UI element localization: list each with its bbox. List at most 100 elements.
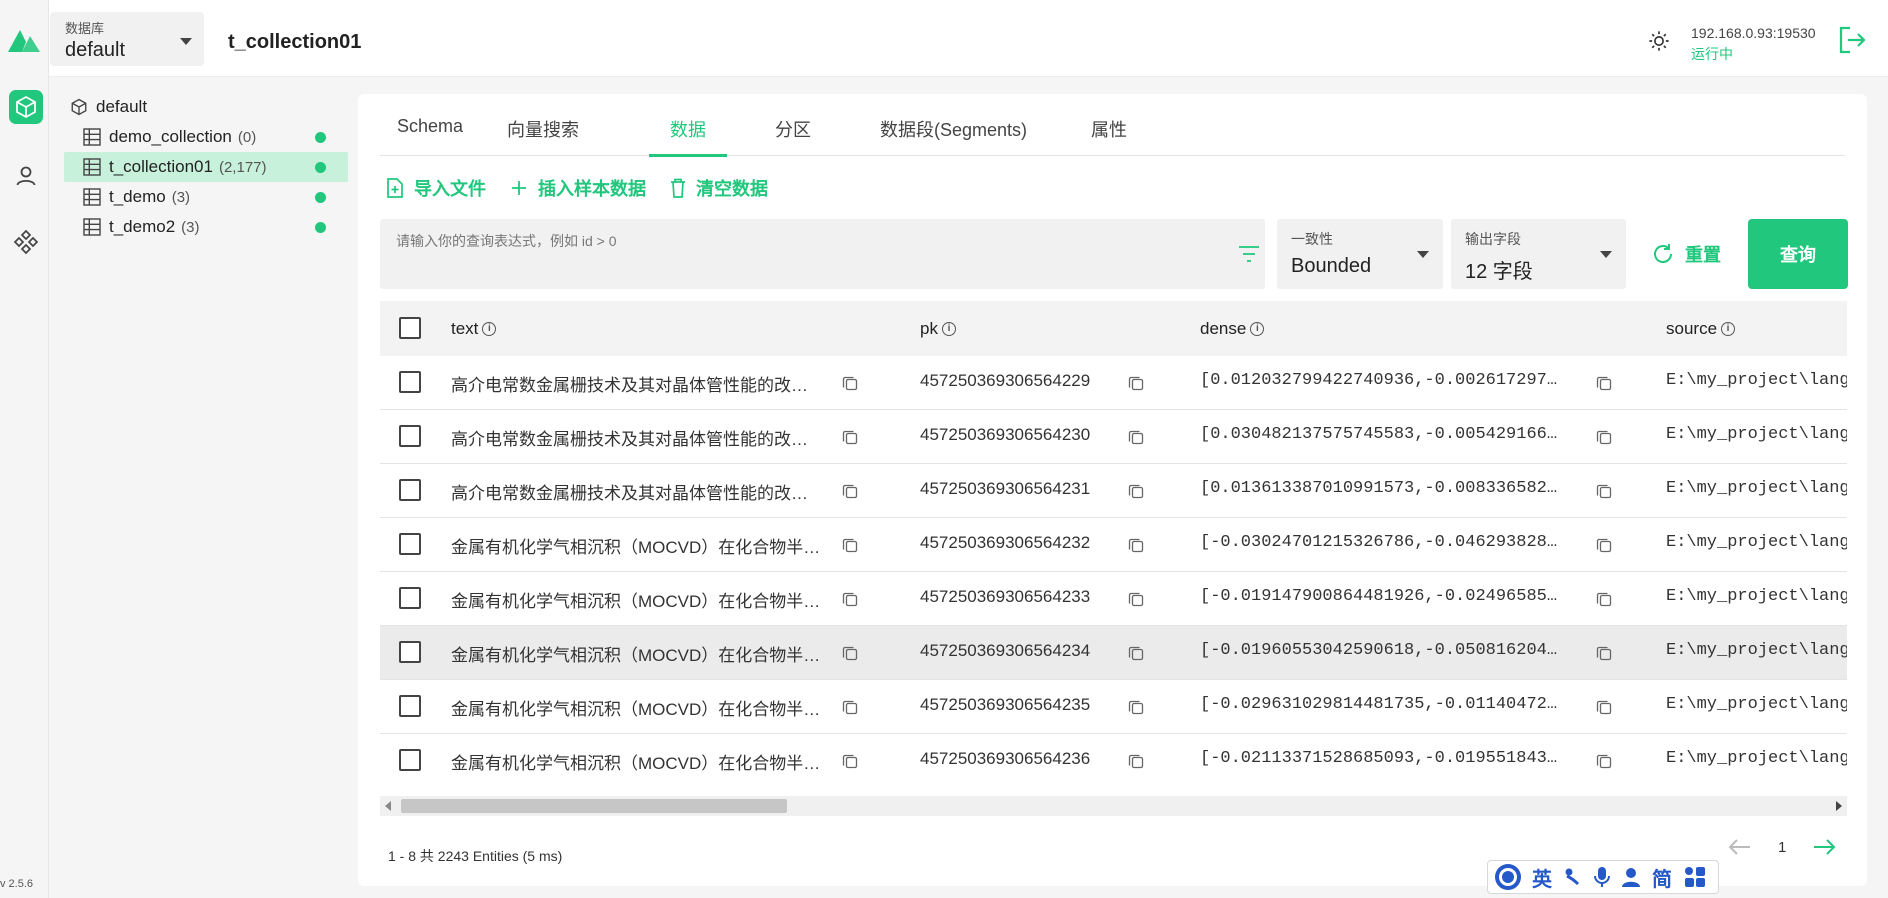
row-checkbox[interactable]	[399, 479, 421, 501]
row-checkbox[interactable]	[399, 425, 421, 447]
horizontal-scrollbar[interactable]	[380, 796, 1847, 816]
column-header-label: pk	[920, 319, 938, 338]
copy-icon[interactable]	[1128, 699, 1144, 715]
cell-source: E:\my_project\lang	[1666, 479, 1847, 498]
info-icon: i	[482, 322, 497, 336]
tab-schema[interactable]: Schema	[397, 116, 463, 156]
microphone-icon[interactable]	[1594, 866, 1610, 888]
select-all-checkbox[interactable]	[399, 317, 421, 339]
grid-diamond-icon	[13, 229, 39, 255]
tab-partitions[interactable]: 分区	[775, 116, 811, 156]
app-grid-icon[interactable]	[1684, 866, 1706, 888]
copy-icon[interactable]	[842, 429, 858, 445]
tree-item-collection[interactable]: t_demo (3)	[64, 182, 348, 212]
current-page: 1	[1778, 838, 1787, 856]
row-checkbox[interactable]	[399, 695, 421, 717]
copy-icon[interactable]	[1596, 375, 1612, 391]
column-header-text[interactable]: text i	[451, 319, 497, 339]
copy-icon[interactable]	[842, 645, 858, 661]
copy-icon[interactable]	[1128, 591, 1144, 607]
filter-icon[interactable]	[1238, 244, 1260, 264]
row-checkbox[interactable]	[399, 371, 421, 393]
table-row[interactable]: 高介电常数金属栅技术及其对晶体管性能的改… 457250369306564230 […	[380, 410, 1847, 464]
copy-icon[interactable]	[842, 591, 858, 607]
row-checkbox[interactable]	[399, 587, 421, 609]
row-checkbox[interactable]	[399, 749, 421, 771]
tree-root-label: default	[96, 97, 148, 116]
tree-item-collection[interactable]: demo_collection (0)	[64, 122, 348, 152]
ime-toolbar: 英 简	[1487, 860, 1719, 894]
copy-icon[interactable]	[1128, 375, 1144, 391]
clear-data-button[interactable]: 清空数据	[670, 175, 768, 201]
output-fields-select[interactable]: 输出字段 12 字段	[1451, 219, 1626, 289]
table-row[interactable]: 高介电常数金属栅技术及其对晶体管性能的改… 457250369306564229 […	[380, 356, 1847, 410]
scroll-left-arrow-icon[interactable]	[385, 801, 391, 811]
punctuation-icon[interactable]	[1564, 867, 1582, 887]
table-row[interactable]: 金属有机化学气相沉积（MOCVD）在化合物半… 45725036930656423…	[380, 572, 1847, 626]
insert-sample-button[interactable]: 插入样本数据	[510, 175, 646, 201]
tab-properties[interactable]: 属性	[1091, 116, 1127, 156]
ime-simplified-toggle[interactable]: 简	[1652, 863, 1672, 892]
table-row[interactable]: 金属有机化学气相沉积（MOCVD）在化合物半… 45725036930656423…	[380, 734, 1847, 781]
left-rail: v 2.5.6	[0, 0, 49, 898]
query-expression-input[interactable]: 请输入你的查询表达式，例如 id > 0	[380, 219, 1265, 289]
table-icon	[83, 128, 101, 146]
scrollbar-thumb[interactable]	[401, 799, 787, 813]
row-checkbox[interactable]	[399, 533, 421, 555]
copy-icon[interactable]	[1128, 753, 1144, 769]
column-header-dense[interactable]: dense i	[1200, 319, 1265, 339]
column-header-source[interactable]: source i	[1666, 319, 1736, 339]
reset-button[interactable]: 重置	[1651, 241, 1721, 267]
copy-icon[interactable]	[1128, 429, 1144, 445]
cell-dense: [-0.02113371528685093,-0.019551843…	[1200, 749, 1558, 768]
copy-icon[interactable]	[1128, 537, 1144, 553]
consistency-select[interactable]: 一致性 Bounded	[1277, 219, 1443, 289]
tree-item-collection[interactable]: t_demo2 (3)	[64, 212, 348, 242]
database-select[interactable]: 数据库 default	[50, 12, 204, 66]
info-icon: i	[941, 322, 956, 336]
copy-icon[interactable]	[842, 375, 858, 391]
copy-icon[interactable]	[842, 699, 858, 715]
column-header-pk[interactable]: pk i	[920, 319, 956, 339]
theme-sun-icon[interactable]	[1648, 30, 1670, 52]
import-file-button[interactable]: 导入文件	[386, 175, 486, 201]
nav-users-button[interactable]	[9, 159, 43, 193]
scroll-right-arrow-icon[interactable]	[1836, 801, 1842, 811]
tab-data[interactable]: 数据	[649, 116, 727, 157]
query-button[interactable]: 查询	[1748, 219, 1848, 289]
copy-icon[interactable]	[1128, 645, 1144, 661]
next-page-arrow-icon[interactable]	[1812, 838, 1836, 856]
tree-root-database[interactable]: default	[64, 92, 348, 122]
table-row[interactable]: 高介电常数金属栅技术及其对晶体管性能的改… 457250369306564231 […	[380, 464, 1847, 518]
copy-icon[interactable]	[1596, 753, 1612, 769]
copy-icon[interactable]	[1596, 591, 1612, 607]
copy-icon[interactable]	[1596, 699, 1612, 715]
ime-language-toggle[interactable]: 英	[1532, 863, 1552, 892]
table-row[interactable]: 金属有机化学气相沉积（MOCVD）在化合物半… 45725036930656423…	[380, 680, 1847, 734]
copy-icon[interactable]	[1596, 429, 1612, 445]
table-row[interactable]: 金属有机化学气相沉积（MOCVD）在化合物半… 45725036930656423…	[380, 518, 1847, 572]
cell-source: E:\my_project\lang	[1666, 533, 1847, 552]
tree-item-collection-selected[interactable]: t_collection01 (2,177)	[64, 152, 348, 182]
prev-page-arrow-icon[interactable]	[1728, 838, 1752, 856]
nav-databases-button[interactable]	[9, 90, 43, 124]
cell-pk: 457250369306564236	[920, 749, 1091, 768]
row-checkbox[interactable]	[399, 641, 421, 663]
user-icon[interactable]	[1622, 867, 1640, 887]
logout-icon[interactable]	[1837, 25, 1867, 55]
copy-icon[interactable]	[1596, 537, 1612, 553]
cell-source: E:\my_project\lang	[1666, 695, 1847, 714]
table-row[interactable]: 金属有机化学气相沉积（MOCVD）在化合物半… 45725036930656423…	[380, 626, 1847, 680]
copy-icon[interactable]	[1596, 645, 1612, 661]
column-header-label: source	[1666, 319, 1718, 338]
cell-dense: [-0.019147900864481926,-0.02496585…	[1200, 587, 1558, 606]
nav-system-button[interactable]	[9, 225, 43, 259]
tab-segments[interactable]: 数据段(Segments)	[880, 116, 1027, 156]
pagination: 1	[1728, 838, 1836, 856]
copy-icon[interactable]	[1128, 483, 1144, 499]
copy-icon[interactable]	[842, 483, 858, 499]
copy-icon[interactable]	[842, 753, 858, 769]
copy-icon[interactable]	[842, 537, 858, 553]
copy-icon[interactable]	[1596, 483, 1612, 499]
tab-vector-search[interactable]: 向量搜索	[507, 116, 579, 156]
